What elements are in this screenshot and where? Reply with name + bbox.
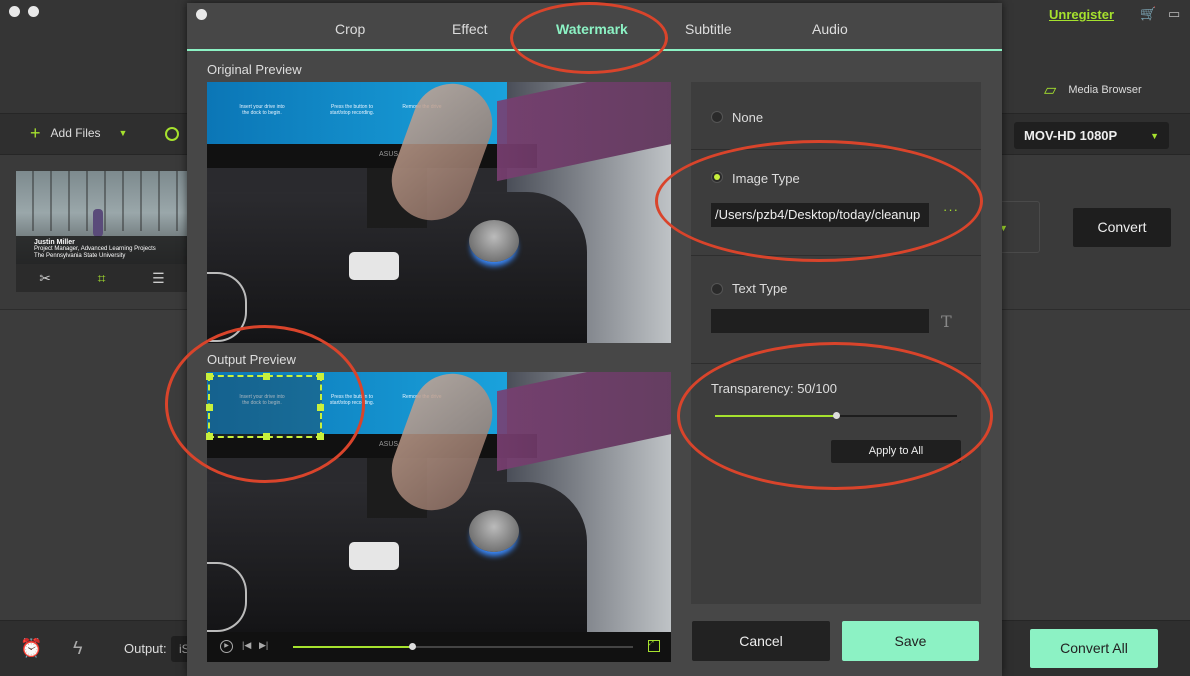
scene-knob [469, 220, 519, 262]
window-close-button[interactable] [9, 6, 20, 17]
convert-all-button[interactable]: Convert All [1030, 629, 1158, 668]
original-preview: Insert your drive into the dock to begin… [207, 82, 671, 343]
previous-icon[interactable]: |◀ [242, 640, 251, 651]
convert-button[interactable]: Convert [1073, 208, 1171, 247]
save-button[interactable]: Save [842, 621, 979, 661]
plus-icon: + [30, 123, 41, 143]
caption-line2: The Pennsylvania State University [34, 253, 126, 259]
chat-icon[interactable]: ▭ [1168, 6, 1180, 22]
folder-icon: ▱ [1044, 82, 1057, 99]
tab-subtitle[interactable]: Subtitle [685, 21, 732, 37]
screen-text-1: Insert your drive into the dock to begin… [239, 104, 285, 116]
output-format-value: MOV-HD 1080P [1024, 128, 1118, 143]
thumbnail-caption: Justin Miller Project Manager, Advanced … [16, 236, 188, 264]
caption-name: Justin Miller [34, 239, 75, 246]
window-minimize-button[interactable] [28, 6, 39, 17]
play-icon[interactable]: ▶ [220, 640, 233, 653]
chevron-down-icon[interactable]: ▼ [119, 128, 128, 138]
output-format-select[interactable]: MOV-HD 1080P ▼ [1014, 122, 1169, 149]
sliders-icon[interactable]: ☰ [152, 270, 165, 287]
crop-icon[interactable]: ⌗ [98, 270, 106, 287]
disc-icon[interactable] [165, 127, 179, 141]
tab-effect[interactable]: Effect [452, 21, 488, 37]
next-icon[interactable]: ▶| [259, 640, 268, 651]
cart-icon[interactable]: 🛒 [1140, 6, 1156, 22]
alarm-clock-icon[interactable]: ⏰ [20, 638, 42, 659]
tab-audio[interactable]: Audio [812, 21, 848, 37]
screen-text-2: Press the button to start/stop recording… [329, 104, 375, 116]
unregister-link[interactable]: Unregister [1049, 7, 1114, 22]
scene-device [349, 252, 399, 280]
monitor-brand: ASUS [379, 151, 399, 158]
player-controls: ▶ |◀ ▶| ⤢ [207, 632, 671, 662]
annotation-ellipse-image-type [655, 140, 983, 262]
media-browser-label: Media Browser [1068, 84, 1142, 96]
annotation-ellipse-watermark-tab [510, 2, 668, 74]
monitor-brand: ASUS [379, 441, 399, 448]
playback-progress [293, 646, 412, 648]
original-preview-label: Original Preview [207, 62, 302, 77]
none-label: None [732, 110, 764, 125]
thumbnail-tools: ✂ ⌗ ☰ [16, 264, 188, 292]
monitor-bezel: ASUS [207, 144, 537, 168]
output-label: Output: [124, 641, 167, 656]
scene-device [349, 542, 399, 570]
scene-knob [469, 510, 519, 552]
scissors-icon[interactable]: ✂ [39, 270, 51, 287]
add-files-label: Add Files [50, 126, 101, 140]
watermark-text-field[interactable] [711, 309, 929, 333]
playback-thumb[interactable] [409, 643, 416, 650]
add-files-button[interactable]: + Add Files ▼ [30, 123, 128, 143]
thumbnail-person [93, 209, 103, 237]
chevron-down-icon: ▼ [1150, 131, 1159, 141]
text-type-label: Text Type [732, 281, 788, 296]
caption-line1: Project Manager, Advanced Learning Proje… [34, 246, 156, 252]
media-browser-button[interactable]: ▱ Media Browser [1044, 80, 1142, 100]
playback-slider[interactable] [293, 643, 633, 650]
video-thumbnail[interactable]: Justin Miller Project Manager, Advanced … [16, 171, 188, 264]
text-type-radio[interactable] [711, 283, 723, 295]
text-format-icon[interactable]: T [941, 312, 952, 331]
fullscreen-icon[interactable]: ⤢ [648, 640, 660, 652]
lightning-icon[interactable]: ϟ [73, 638, 83, 659]
none-radio[interactable] [711, 111, 723, 123]
tab-crop[interactable]: Crop [335, 21, 365, 37]
annotation-ellipse-output-preview [165, 325, 365, 483]
cancel-button[interactable]: Cancel [692, 621, 830, 661]
annotation-ellipse-transparency [677, 342, 993, 490]
